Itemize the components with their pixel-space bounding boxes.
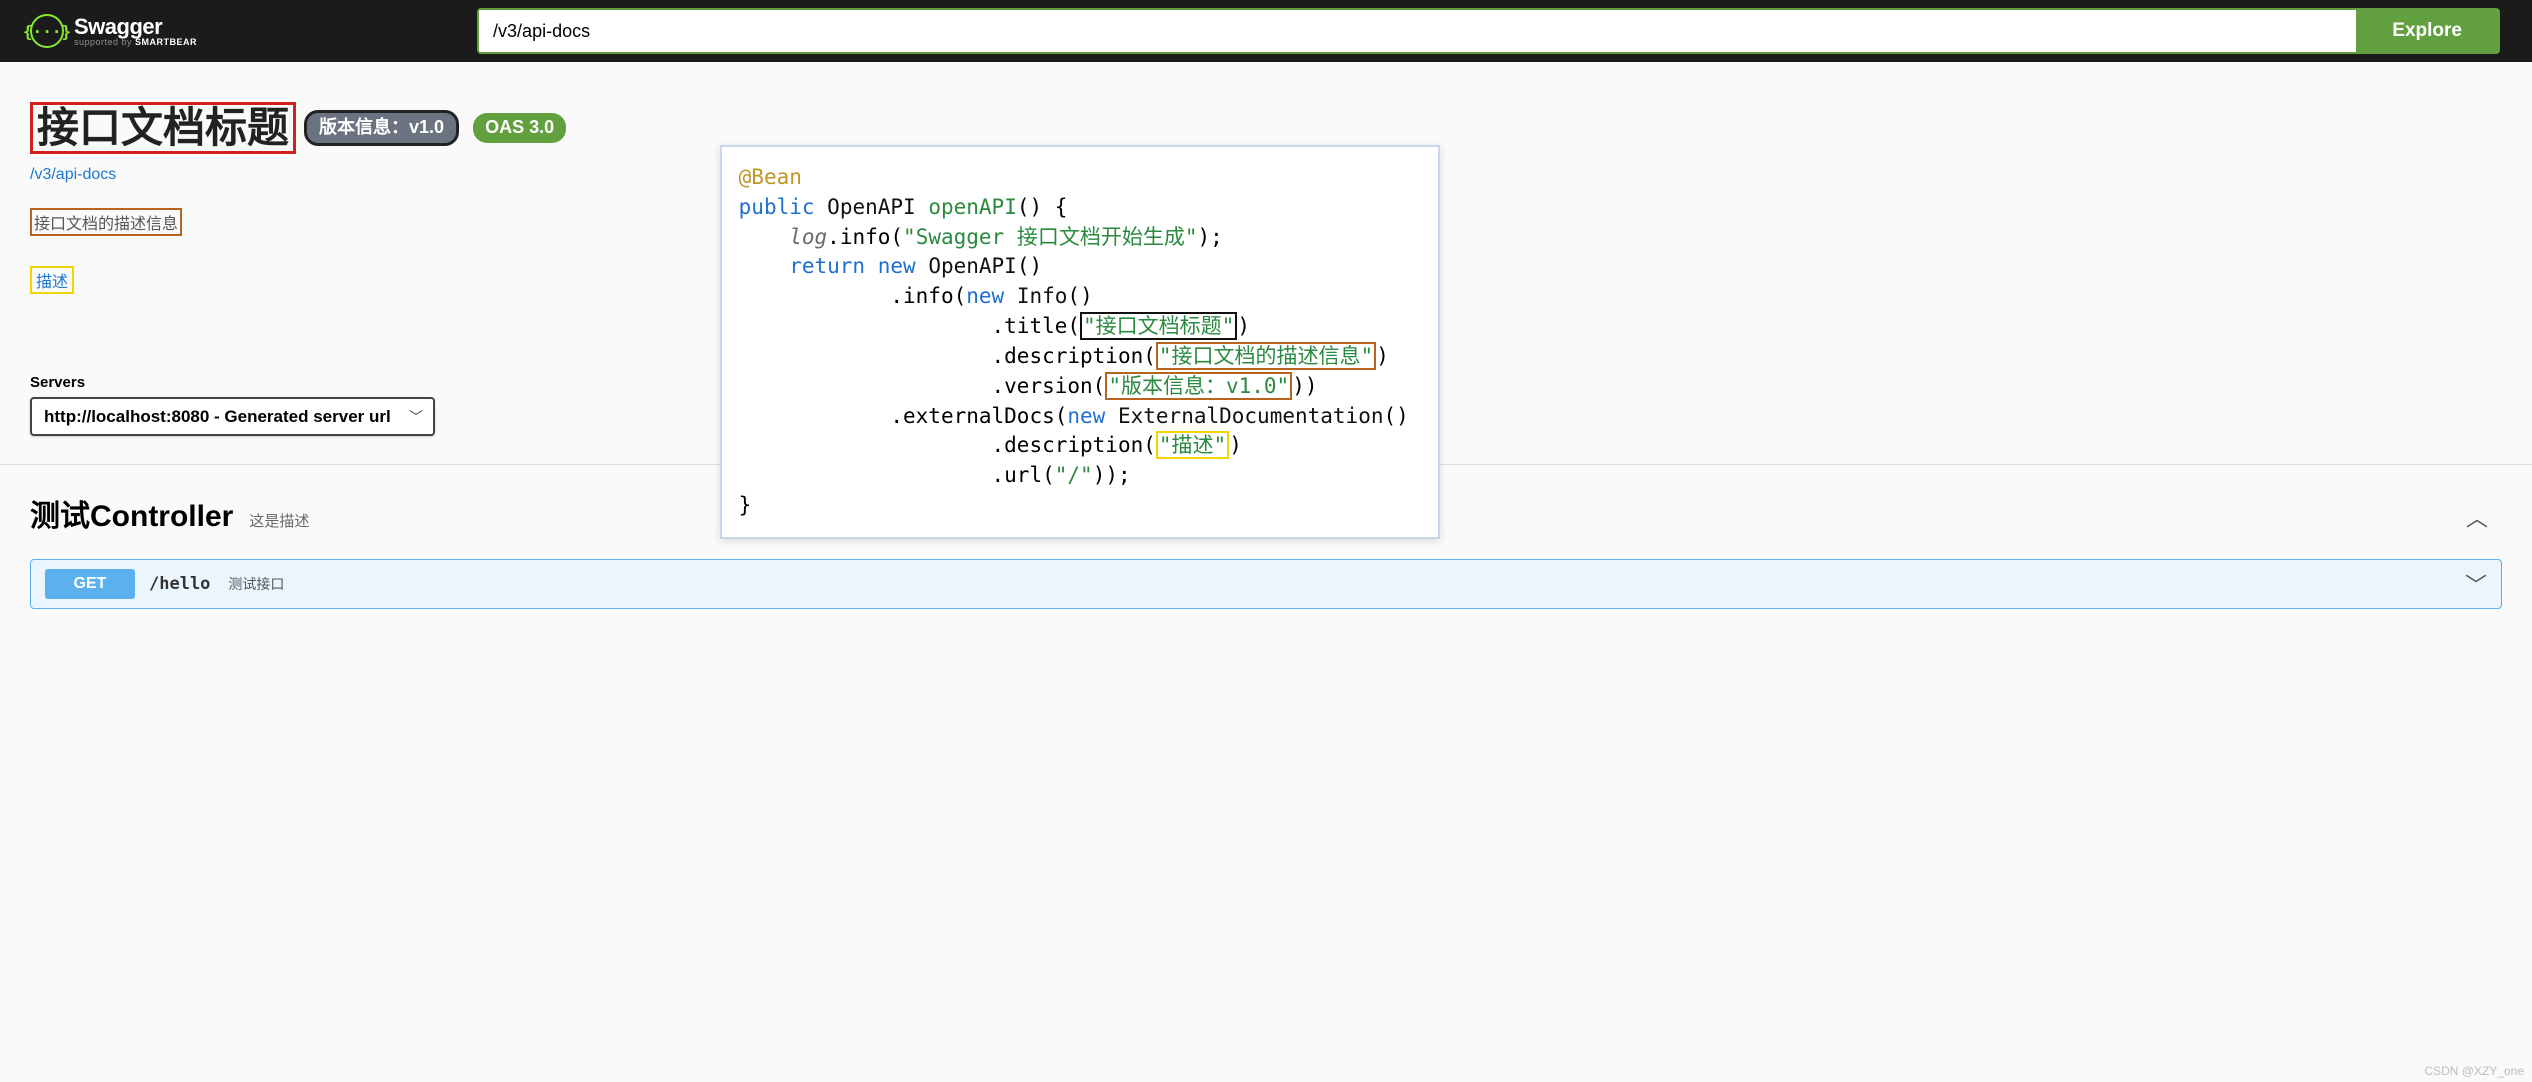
tag-left: 测试Controller 这是描述 — [30, 491, 309, 535]
watermark: CSDN @XZY_one — [2424, 1064, 2524, 1078]
spec-url-input[interactable] — [479, 10, 2356, 52]
brand-name: Swagger — [74, 16, 197, 38]
operation-path: /hello — [149, 574, 210, 594]
spec-link[interactable]: /v3/api-docs — [30, 166, 116, 184]
code-overlay: @Bean public OpenAPI openAPI() { log.inf… — [720, 145, 1440, 539]
swagger-logo-icon: {···} — [30, 14, 64, 48]
spec-url-bar: Explore — [477, 8, 2500, 54]
oas-badge: OAS 3.0 — [473, 113, 566, 143]
brand-subtitle: supported by SMARTBEAR — [74, 38, 197, 47]
brand-text: Swagger supported by SMARTBEAR — [74, 16, 197, 47]
explore-button[interactable]: Explore — [2356, 10, 2498, 52]
tag-description: 这是描述 — [249, 510, 309, 531]
brand: {···} Swagger supported by SMARTBEAR — [30, 14, 197, 48]
external-docs-link[interactable]: 描述 — [30, 266, 74, 294]
api-title: 接口文档标题 — [30, 102, 296, 154]
server-select[interactable]: http://localhost:8080 - Generated server… — [30, 397, 435, 436]
code-block: @Bean public OpenAPI openAPI() { log.inf… — [726, 163, 1420, 521]
operation-summary: 测试接口 — [228, 574, 284, 594]
operation-row[interactable]: GET /hello 测试接口 ﹀ — [30, 559, 2502, 609]
version-badge: 版本信息：v1.0 — [304, 110, 459, 146]
api-description: 接口文档的描述信息 — [30, 208, 182, 236]
chevron-down-icon: ﹀ — [2465, 568, 2487, 600]
http-method-badge: GET — [45, 569, 135, 599]
tag-name: 测试Controller — [30, 491, 233, 535]
chevron-up-icon: ︿ — [2466, 501, 2502, 533]
server-select-wrap: http://localhost:8080 - Generated server… — [30, 397, 435, 436]
topbar: {···} Swagger supported by SMARTBEAR Exp… — [0, 0, 2532, 62]
